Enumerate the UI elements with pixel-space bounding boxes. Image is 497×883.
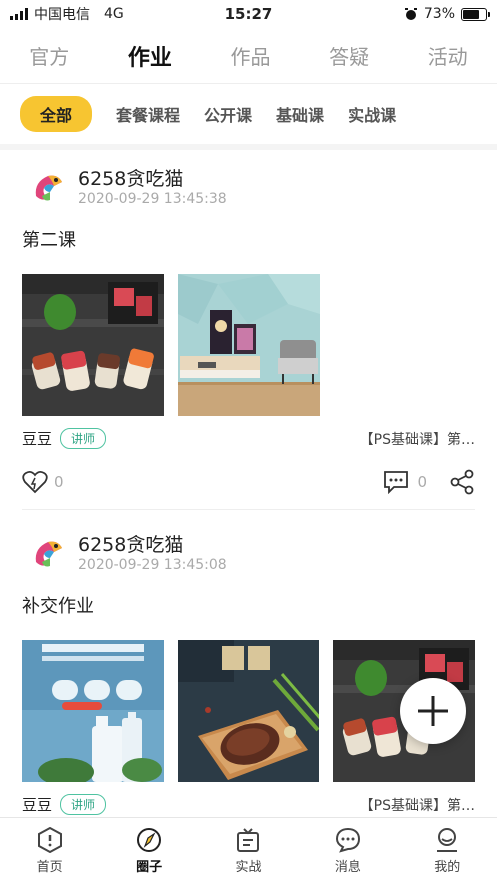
username[interactable]: 6258贪吃猫	[78, 168, 227, 190]
author-name[interactable]: 豆豆	[22, 794, 52, 815]
room-image[interactable]	[178, 274, 320, 416]
course-link[interactable]: 【PS基础课】第…	[360, 429, 475, 449]
add-post-button[interactable]	[400, 678, 466, 744]
avatar[interactable]	[28, 168, 68, 208]
tab-official[interactable]: 官方	[29, 41, 69, 70]
nav-practice-label: 实战	[235, 859, 262, 875]
chip-practical-course[interactable]: 实战课	[348, 102, 396, 126]
comment-icon[interactable]	[383, 470, 409, 494]
nav-home[interactable]: 首页	[20, 826, 80, 875]
tab-homework[interactable]: 作业	[128, 40, 172, 72]
message-icon	[335, 827, 360, 853]
nav-practice[interactable]: 实战	[218, 827, 278, 875]
share-icon[interactable]	[449, 469, 475, 495]
chip-package-course[interactable]: 套餐课程	[116, 102, 180, 126]
tab-qa[interactable]: 答疑	[329, 41, 369, 70]
like-icon[interactable]	[22, 470, 48, 494]
sushi-image[interactable]	[22, 274, 164, 416]
comment-count: 0	[417, 473, 427, 491]
nav-message-label: 消息	[334, 859, 361, 875]
bottom-nav: 首页 圈子 实战 消息 我的	[0, 817, 497, 883]
circle-icon	[137, 827, 162, 852]
battery-percent: 73%	[423, 6, 455, 22]
battery-icon	[461, 7, 490, 21]
nav-circle[interactable]: 圈子	[119, 827, 179, 875]
post-title: 第二课	[22, 230, 76, 251]
tab-activity[interactable]: 活动	[428, 41, 468, 70]
username[interactable]: 6258贪吃猫	[78, 534, 227, 556]
practice-icon	[237, 827, 260, 852]
profile-icon	[437, 827, 458, 852]
top-tabs: 官方 作业 作品 答疑 活动	[0, 28, 497, 84]
post-card[interactable]: 6258贪吃猫 2020-09-29 13:45:08 补交作业 豆豆 讲师 【…	[0, 510, 497, 815]
nav-circle-label: 圈子	[136, 859, 163, 875]
signal-icon	[10, 8, 28, 20]
chip-basic-course[interactable]: 基础课	[276, 102, 324, 126]
status-bar: 中国电信 4G 15:27 73%	[0, 0, 497, 28]
post-card[interactable]: 6258贪吃猫 2020-09-29 13:45:38 第二课 豆豆 讲师 【P…	[0, 150, 497, 497]
post-time: 2020-09-29 13:45:38	[78, 191, 227, 207]
teacher-badge: 讲师	[60, 428, 107, 449]
nav-profile[interactable]: 我的	[417, 827, 477, 875]
avatar[interactable]	[28, 534, 68, 574]
home-icon	[37, 826, 62, 853]
post-title: 补交作业	[22, 596, 94, 617]
teacher-badge: 讲师	[60, 794, 107, 815]
category-chips: 全部 套餐课程 公开课 基础课 实战课	[0, 84, 497, 150]
chip-all[interactable]: 全部	[20, 96, 93, 132]
post-time: 2020-09-29 13:45:08	[78, 557, 227, 573]
course-link[interactable]: 【PS基础课】第…	[360, 795, 475, 815]
like-count: 0	[54, 473, 64, 491]
nav-home-label: 首页	[36, 859, 63, 875]
nav-profile-label: 我的	[434, 859, 461, 875]
disinfectant-image[interactable]	[22, 640, 164, 782]
alarm-icon	[404, 8, 417, 20]
tab-works[interactable]: 作品	[231, 41, 271, 70]
chip-open-class[interactable]: 公开课	[204, 102, 252, 126]
plus-icon	[418, 696, 448, 726]
nav-message[interactable]: 消息	[318, 827, 378, 875]
author-name[interactable]: 豆豆	[22, 428, 52, 449]
steak-image[interactable]	[177, 640, 320, 782]
carrier: 中国电信	[34, 7, 90, 23]
network: 4G	[104, 6, 124, 22]
